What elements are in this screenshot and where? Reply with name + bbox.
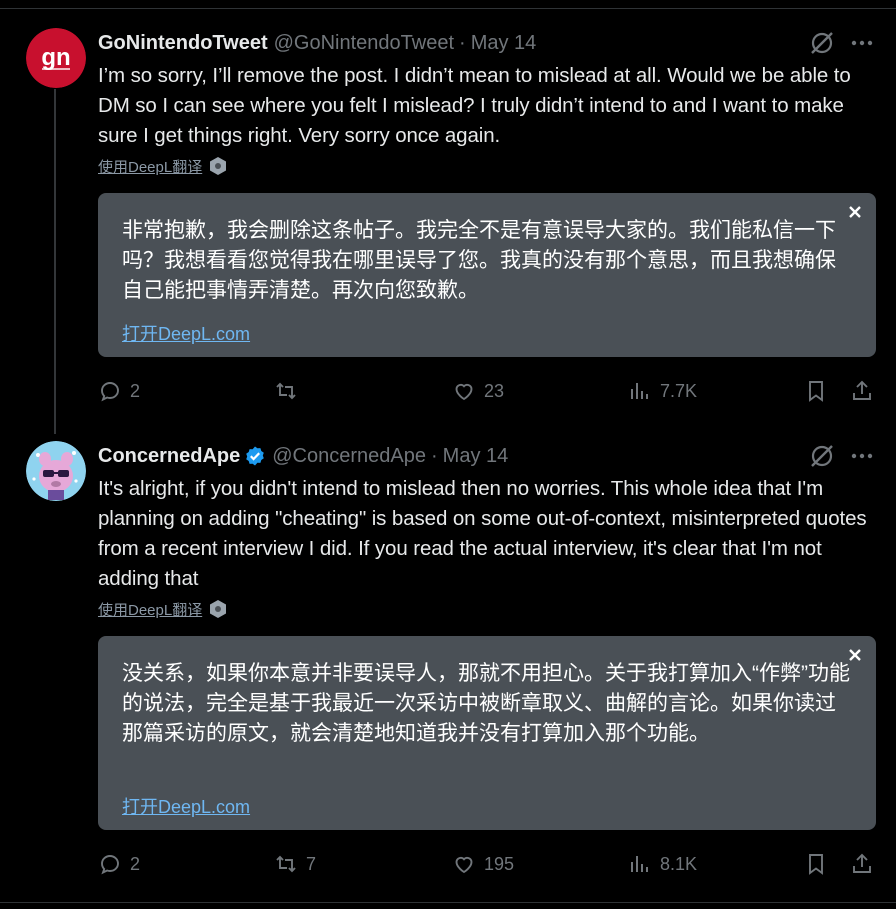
share-icon xyxy=(853,380,871,400)
more-icon[interactable] xyxy=(848,442,876,470)
share-button[interactable] xyxy=(850,376,874,406)
grok-icon[interactable] xyxy=(808,442,836,470)
like-icon xyxy=(455,383,473,401)
like-icon xyxy=(455,856,473,874)
share-icon xyxy=(853,853,871,873)
avatar-concernedape[interactable] xyxy=(26,441,86,501)
reply-count: 2 xyxy=(130,380,141,401)
views-icon xyxy=(631,856,648,872)
svg-text:ɡn: ɡn xyxy=(41,44,70,71)
top-divider xyxy=(0,8,896,9)
separator-dot: · xyxy=(459,31,466,54)
bottom-divider xyxy=(0,902,896,903)
tweet-actions: 2 23 7.7K xyxy=(98,376,876,406)
translate-link[interactable]: 使用DeepL翻译 xyxy=(98,156,202,177)
views-count: 8.1K xyxy=(660,853,698,874)
reply-icon xyxy=(101,855,119,875)
bookmark-button[interactable] xyxy=(804,849,828,879)
retweet-icon xyxy=(276,855,296,873)
like-button[interactable]: 23 xyxy=(452,376,504,406)
translate-row: 使用DeepL翻译 xyxy=(98,598,228,620)
reply-count: 2 xyxy=(130,853,141,874)
tweet-actions: 2 7 195 8.1K xyxy=(98,849,876,879)
retweet-button[interactable]: 7 xyxy=(274,849,316,879)
tweet-header: ConcernedApe @ConcernedApe · May 14 xyxy=(98,441,508,471)
more-icon[interactable] xyxy=(848,29,876,57)
author-handle[interactable]: @ConcernedApe xyxy=(272,445,426,468)
tweet-date[interactable]: May 14 xyxy=(471,32,537,55)
deepl-icon xyxy=(208,156,228,176)
tweet-header: GoNintendoTweet @GoNintendoTweet · May 1… xyxy=(98,28,536,58)
grok-icon[interactable] xyxy=(808,29,836,57)
author-name[interactable]: GoNintendoTweet xyxy=(98,32,268,55)
verified-icon xyxy=(244,445,266,467)
tweet-date[interactable]: May 14 xyxy=(443,445,509,468)
avatar-gonintendo[interactable]: ɡn xyxy=(26,28,86,88)
translation-text: 非常抱歉，我会删除这条帖子。我完全不是有意误导大家的。我们能私信一下吗？我想看看… xyxy=(122,219,836,302)
retweet-icon xyxy=(276,382,296,400)
open-deepl-link[interactable]: 打开DeepL.com xyxy=(122,320,250,346)
views-icon xyxy=(631,383,648,399)
views-count: 7.7K xyxy=(660,380,698,401)
bookmark-icon xyxy=(809,381,823,402)
translation-box: 没关系，如果你本意并非要误导人，那就不用担心。关于我打算加入“作弊”功能的说法，… xyxy=(98,636,876,830)
like-count: 23 xyxy=(484,380,505,401)
share-button[interactable] xyxy=(850,849,874,879)
views-button[interactable]: 8.1K xyxy=(628,849,697,879)
retweet-count: 7 xyxy=(306,853,317,874)
separator-dot: · xyxy=(430,444,438,467)
reply-icon xyxy=(101,382,119,402)
translate-row: 使用DeepL翻译 xyxy=(98,155,228,177)
author-handle[interactable]: @GoNintendoTweet xyxy=(274,32,454,55)
author-name[interactable]: ConcernedApe xyxy=(98,445,240,468)
translation-box: 非常抱歉，我会删除这条帖子。我完全不是有意误导大家的。我们能私信一下吗？我想看看… xyxy=(98,193,876,357)
retweet-button[interactable] xyxy=(274,376,306,406)
reply-button[interactable]: 2 xyxy=(98,849,140,879)
open-deepl-link[interactable]: 打开DeepL.com xyxy=(122,793,250,819)
like-button[interactable]: 195 xyxy=(452,849,514,879)
reply-button[interactable]: 2 xyxy=(98,376,140,406)
tweet-text: I’m so sorry, I’ll remove the post. I di… xyxy=(98,64,851,147)
tweet-text: It's alright, if you didn't intend to mi… xyxy=(98,477,867,590)
translation-text: 没关系，如果你本意并非要误导人，那就不用担心。关于我打算加入“作弊”功能的说法，… xyxy=(122,662,850,745)
deepl-icon xyxy=(208,599,228,619)
bookmark-button[interactable] xyxy=(804,376,828,406)
like-count: 195 xyxy=(484,853,515,874)
translate-link[interactable]: 使用DeepL翻译 xyxy=(98,599,202,620)
bookmark-icon xyxy=(809,854,823,875)
views-button[interactable]: 7.7K xyxy=(628,376,697,406)
thread-connector xyxy=(54,89,56,434)
